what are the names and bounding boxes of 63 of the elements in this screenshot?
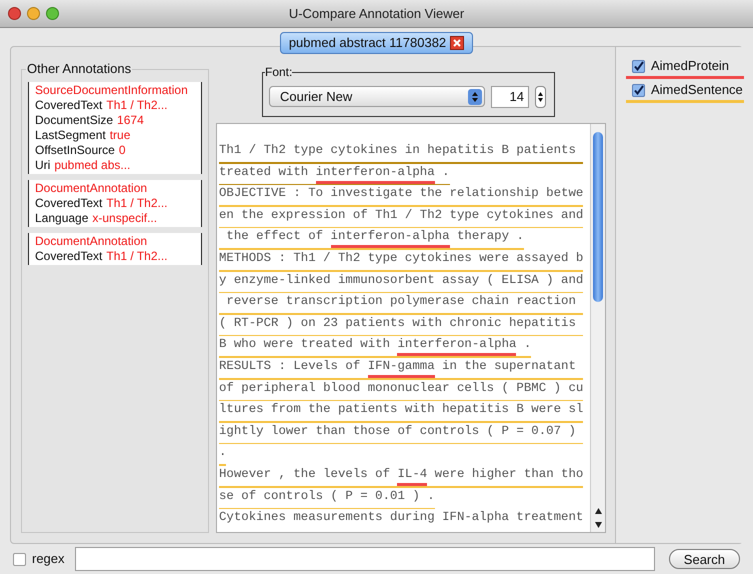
feature-name: CoveredText [35, 196, 102, 211]
close-icon[interactable] [8, 7, 21, 20]
feature-value: 0 [118, 143, 126, 158]
feature-name: CoveredText [35, 249, 102, 264]
search-field[interactable] [74, 547, 655, 571]
abstract-text: en the expression of Th1 / Th2 type cytokines and [219, 206, 584, 224]
regex-label: regex [32, 550, 65, 568]
abstract-text: OBJECTIVE : To investigate the relationship betwe [219, 185, 584, 202]
feature-value: 1674 [117, 113, 144, 128]
checkbox[interactable] [632, 60, 645, 72]
abstract-text: METHODS : Th1 / Th2 type cytokines were assayed b [219, 250, 584, 267]
zoom-icon[interactable] [46, 7, 59, 20]
abstract-text: in the supernatant [441, 358, 577, 375]
abstract-text: RESULTS : Levels of [219, 358, 362, 375]
legend-label: AimedSentence [651, 81, 743, 99]
abstract-text: were higher than tho [434, 466, 584, 483]
feature-name: CoveredText [35, 98, 102, 113]
abstract-text: Th1 / Th2 type cytokines in hepatitis B patients [219, 142, 577, 159]
checkbox[interactable] [632, 84, 645, 96]
window-title: U-Compare Annotation Viewer [288, 4, 464, 23]
search-button[interactable]: Search [668, 549, 740, 569]
feature-value: Th1 / Th2... [106, 98, 168, 113]
abstract-text: Cytokines measurements during IFN-alpha treatment [219, 509, 584, 526]
feature-value: true [110, 128, 130, 143]
annotation-type: DocumentAnnotation [35, 181, 148, 196]
abstract-text: . [441, 164, 450, 181]
stepper-icon[interactable] [535, 86, 546, 108]
abstract-text: . [219, 444, 226, 462]
minimize-icon[interactable] [27, 7, 40, 20]
abstract-text: ltures from the patients with hepatitis B were sl [219, 401, 584, 418]
close-icon[interactable] [450, 36, 464, 50]
abstract-text: treated with [219, 164, 310, 181]
legend-label: AimedProtein [651, 57, 730, 75]
abstract-text: However , the levels of [219, 466, 392, 483]
scrollbar[interactable] [590, 124, 605, 532]
abstract-text: reverse transcription polymerase chain reaction [225, 293, 577, 310]
feature-name: OffsetInSource [35, 143, 115, 158]
scroll-thumb[interactable] [593, 132, 603, 302]
annotation-type: SourceDocumentInformation [35, 83, 189, 98]
tab-label: pubmed abstract 11780382 [288, 34, 446, 52]
dropdown-arrows-icon [468, 88, 482, 104]
font-dropdown[interactable]: Courier New [269, 86, 485, 107]
feature-value: Th1 / Th2... [106, 249, 168, 264]
regex-checkbox[interactable] [13, 552, 26, 566]
feature-name: Uri [35, 158, 50, 173]
feature-name: DocumentSize [35, 113, 114, 128]
feature-name: Language [35, 211, 88, 226]
feature-name: LastSegment [35, 128, 106, 143]
abstract-text: y enzyme-linked immunosorbent assay ( ELISA ) and [219, 272, 584, 289]
document-tab[interactable]: pubmed abstract 11780382 [280, 32, 474, 54]
feature-value: Th1 / Th2... [106, 196, 168, 211]
abstract-text: ightly lower than those of controls ( P = 0.07 ) [219, 422, 577, 440]
font-size-field[interactable]: 14 [491, 86, 529, 108]
abstract-text: therapy . [456, 228, 524, 246]
abstract-text: se of controls ( P = 0.01 ) . [219, 488, 435, 504]
abstract-text: B who were treated with [219, 336, 392, 354]
abstract-text: of peripheral blood mononuclear cells ( PBMC ) cu [219, 380, 584, 397]
feature-value: pubmed abs... [54, 158, 130, 173]
annotation-type: DocumentAnnotation [35, 234, 148, 249]
feature-value: x-unspecif... [92, 211, 158, 226]
abstract-text: ( RT-PCR ) on 23 patients with chronic hepatitis [219, 314, 577, 332]
abstract-text: . [522, 336, 532, 354]
abstract-text: the effect of [225, 228, 324, 246]
